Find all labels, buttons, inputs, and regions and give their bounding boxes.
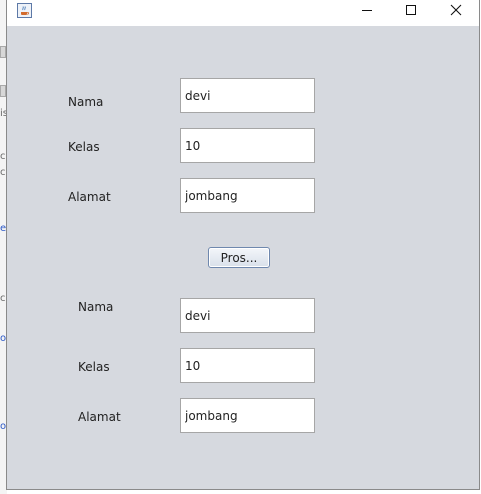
background-text: c: [0, 293, 6, 304]
process-button[interactable]: Pros...: [208, 247, 270, 268]
java-app-icon[interactable]: [17, 3, 32, 18]
nama-label: Nama: [68, 95, 104, 109]
close-icon: [450, 4, 462, 16]
background-text: c: [0, 167, 6, 178]
minimize-button[interactable]: [344, 0, 390, 26]
maximize-icon: [406, 5, 416, 15]
title-bar[interactable]: [7, 0, 479, 26]
minimize-icon: [362, 10, 372, 11]
kelas-input[interactable]: [180, 128, 315, 163]
alamat-label: Alamat: [68, 190, 111, 204]
nama-output-field[interactable]: [180, 298, 315, 333]
nama-input[interactable]: [180, 78, 315, 113]
kelas-label: Kelas: [68, 140, 100, 154]
kelas-output-field[interactable]: [180, 348, 315, 383]
alamat-output-field[interactable]: [180, 398, 315, 433]
application-window: Nama Kelas Alamat Pros... Nama Kelas Ala…: [6, 0, 480, 490]
nama-output-label: Nama: [78, 300, 114, 314]
alamat-output-label: Alamat: [78, 410, 121, 424]
maximize-button[interactable]: [388, 0, 434, 26]
background-text: c: [0, 151, 6, 162]
kelas-output-label: Kelas: [78, 360, 110, 374]
close-button[interactable]: [433, 0, 479, 26]
alamat-input[interactable]: [180, 178, 315, 213]
